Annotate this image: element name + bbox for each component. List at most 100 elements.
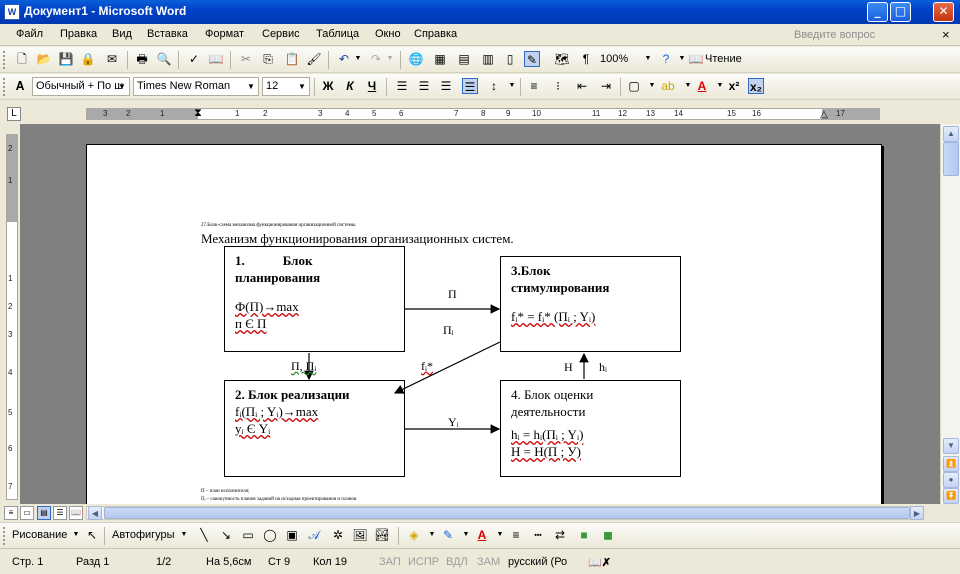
chevron-down-icon[interactable]: ▼ [350, 51, 366, 67]
ask-question-box[interactable]: Введите вопрос [794, 29, 875, 41]
format-painter-icon[interactable]: 🖌 [306, 51, 322, 67]
dash-style-icon[interactable]: ┅ [530, 527, 546, 543]
clipart-icon[interactable]: 🖼 [352, 527, 368, 543]
menu-table[interactable]: Таблица [316, 28, 359, 40]
status-extend[interactable]: ВДЛ [446, 556, 468, 568]
justify-icon[interactable]: ☰ [462, 78, 478, 94]
chevron-down-icon[interactable]: ▼ [382, 51, 398, 67]
arrow-style-icon[interactable]: ⇄ [552, 527, 568, 543]
menu-window[interactable]: Окно [375, 28, 401, 40]
align-left-icon[interactable]: ☰ [394, 78, 410, 94]
menu-format[interactable]: Формат [205, 28, 244, 40]
diagram-icon[interactable]: ✲ [330, 527, 346, 543]
save-icon[interactable]: 💾 [58, 51, 74, 67]
outline-view-icon[interactable]: ☰ [53, 506, 67, 520]
menu-help[interactable]: Справка [414, 28, 457, 40]
menu-edit[interactable]: Правка [60, 28, 97, 40]
increase-indent-icon[interactable]: ⇥ [598, 78, 614, 94]
bold-button[interactable]: Ж [320, 78, 336, 94]
highlight-icon[interactable]: ab [660, 78, 676, 94]
menu-tools[interactable]: Сервис [262, 28, 300, 40]
tab-selector[interactable]: L [7, 107, 21, 121]
toolbar-grip[interactable] [3, 527, 6, 545]
spelling-status-icon[interactable]: 📖✗ [588, 556, 611, 569]
permission-icon[interactable]: 🔒 [80, 51, 96, 67]
oval-icon[interactable]: ◯ [262, 527, 278, 543]
horizontal-scroll-thumb[interactable] [104, 507, 910, 519]
decrease-indent-icon[interactable]: ⇤ [574, 78, 590, 94]
document-area[interactable]: 27.Блок-схема механизма функционирования… [20, 124, 940, 504]
print-icon[interactable]: 🖶 [134, 51, 150, 67]
status-language[interactable]: русский (Ро [508, 556, 567, 568]
wordart-icon[interactable]: 𝒜 [306, 527, 322, 543]
subscript-icon[interactable]: x₂ [748, 78, 764, 94]
status-track-changes[interactable]: ИСПР [408, 556, 439, 568]
previous-page-icon[interactable]: ⏫ [943, 456, 959, 472]
superscript-icon[interactable]: x² [726, 78, 742, 94]
vertical-scroll-thumb[interactable] [943, 142, 959, 176]
read-button[interactable]: Чтение [705, 53, 742, 65]
font-size-select[interactable]: 12 ▼ [262, 77, 310, 96]
underline-button[interactable]: Ч [364, 78, 380, 94]
scroll-up-icon[interactable]: ▲ [943, 126, 959, 142]
line-color-icon[interactable]: ✎ [440, 527, 456, 543]
borders-icon[interactable]: ▢ [626, 78, 642, 94]
select-objects-icon[interactable]: ↖ [84, 527, 100, 543]
chevron-down-icon[interactable]: ▼ [458, 527, 474, 543]
chevron-down-icon[interactable]: ▼ [504, 78, 520, 94]
textbox-icon[interactable]: ▣ [284, 527, 300, 543]
chevron-down-icon[interactable]: ▼ [492, 527, 508, 543]
scroll-left-icon[interactable]: ◀ [88, 506, 102, 520]
help-icon[interactable]: ? [658, 51, 674, 67]
picture-icon[interactable]: 🏞 [374, 527, 390, 543]
tables-borders-icon[interactable]: ▦ [432, 51, 448, 67]
numbering-icon[interactable]: ≡ [526, 78, 542, 94]
status-record-macro[interactable]: ЗАП [379, 556, 401, 568]
drawing-icon[interactable]: ✎ [524, 51, 540, 67]
horizontal-ruler[interactable]: L 3 2 1 ⧗ 1 2 3 4 5 6 7 8 9 10 11 12 13 … [0, 104, 960, 124]
shadow-icon[interactable]: ■ [576, 527, 592, 543]
scroll-right-icon[interactable]: ▶ [910, 506, 924, 520]
show-hide-icon[interactable]: ¶ [578, 51, 594, 67]
document-map-icon[interactable]: 🗺 [554, 51, 570, 67]
line-icon[interactable]: ╲ [196, 527, 212, 543]
document-page[interactable]: 27.Блок-схема механизма функционирования… [86, 144, 882, 504]
menu-view[interactable]: Вид [112, 28, 132, 40]
normal-view-icon[interactable]: ≡ [4, 506, 18, 520]
toolbar-grip[interactable] [3, 78, 6, 96]
spelling-icon[interactable]: ✓ [186, 51, 202, 67]
chevron-down-icon[interactable]: ▼ [424, 527, 440, 543]
vertical-scrollbar[interactable]: ▲ ▼ ⏫ ● ⏬ [940, 124, 960, 504]
insert-table-icon[interactable]: ▤ [456, 51, 472, 67]
email-icon[interactable]: ✉ [104, 51, 120, 67]
chevron-down-icon[interactable]: ▼ [68, 527, 84, 543]
cut-icon[interactable]: ✂ [238, 51, 254, 67]
hyperlink-icon[interactable]: 🌐 [408, 51, 424, 67]
chevron-down-icon[interactable]: ▼ [640, 51, 656, 67]
indent-marker-icon[interactable]: ⧗ [190, 105, 206, 121]
font-select[interactable]: Times New Roman ▼ [133, 77, 259, 96]
web-view-icon[interactable]: ▭ [20, 506, 34, 520]
chevron-down-icon[interactable]: ▼ [176, 527, 192, 543]
bullets-icon[interactable]: ⁝ [550, 78, 566, 94]
scroll-down-icon[interactable]: ▼ [943, 438, 959, 454]
chevron-down-icon[interactable]: ▼ [644, 78, 660, 94]
fill-color-icon[interactable]: ◈ [406, 527, 422, 543]
menu-file[interactable]: Файл [16, 28, 43, 40]
print-preview-icon[interactable]: 🔍 [156, 51, 172, 67]
align-right-icon[interactable]: ☰ [438, 78, 454, 94]
print-layout-view-icon[interactable]: ▤ [37, 506, 51, 520]
open-icon[interactable]: 📂 [36, 51, 52, 67]
styles-pane-icon[interactable]: 𝐀 [12, 78, 28, 94]
draw-font-color-icon[interactable]: A [474, 527, 490, 543]
word-app-icon[interactable]: W [4, 4, 20, 20]
rectangle-icon[interactable]: ▭ [240, 527, 256, 543]
style-select[interactable]: Обычный + По ш ▼ [32, 77, 130, 96]
draw-menu-button[interactable]: Рисование [12, 529, 67, 541]
paste-icon[interactable]: 📋 [284, 51, 300, 67]
document-close-icon[interactable]: × [942, 27, 950, 42]
maximize-button[interactable]: □ [890, 2, 911, 22]
line-spacing-icon[interactable]: ↕ [486, 78, 502, 94]
next-page-icon[interactable]: ⏬ [943, 488, 959, 504]
columns-icon[interactable]: ▯ [502, 51, 518, 67]
